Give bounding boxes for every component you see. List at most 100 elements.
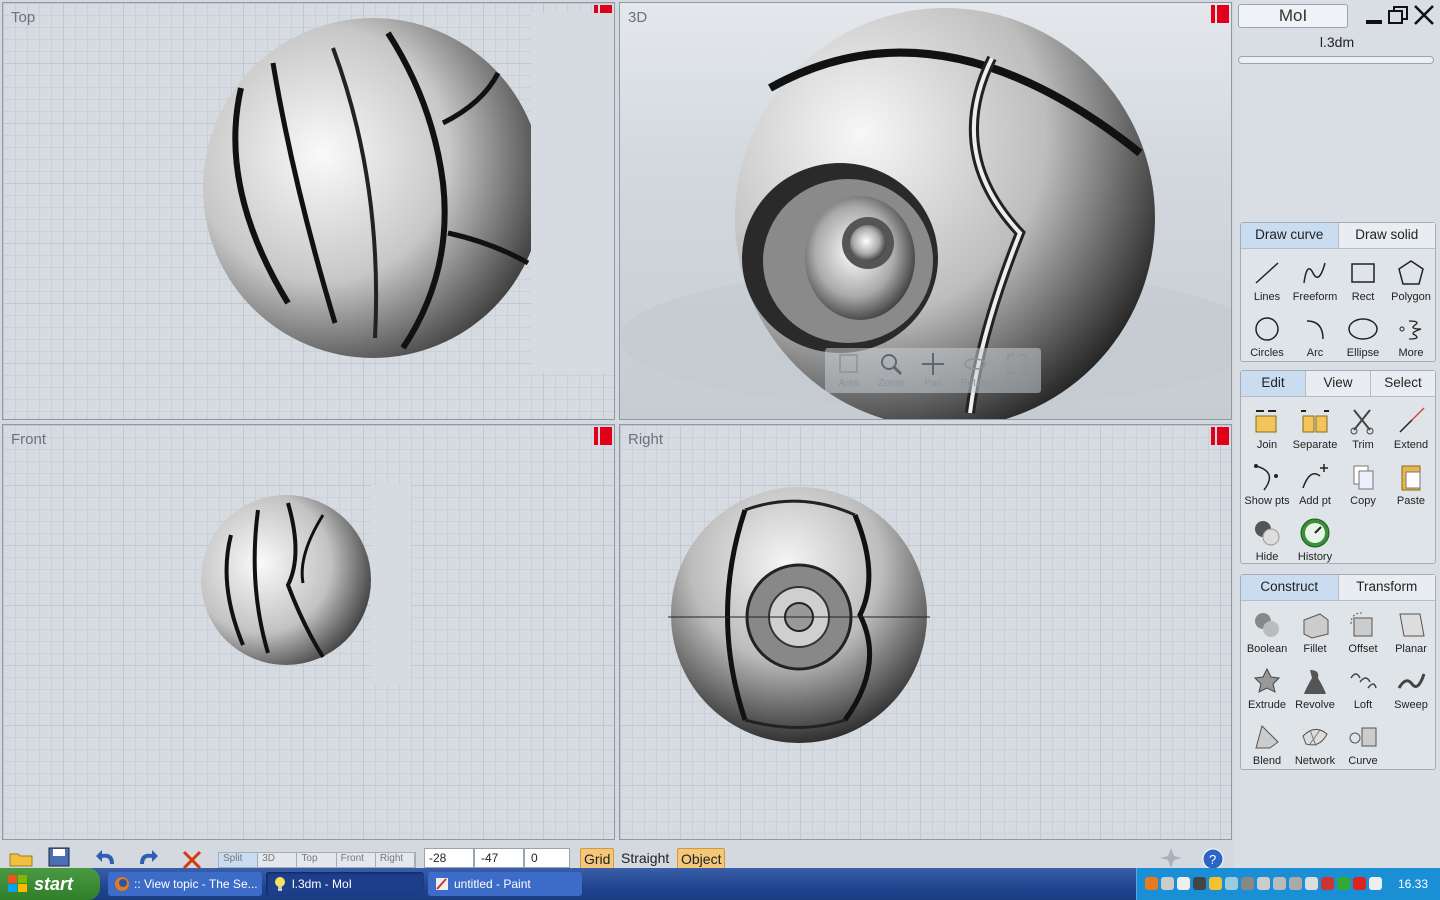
coord-y-field[interactable]: -47	[474, 848, 524, 868]
tray-steam-icon[interactable]	[1193, 877, 1206, 890]
tray-antivirus-icon[interactable]	[1321, 877, 1334, 890]
tab-draw-solid[interactable]: Draw solid	[1338, 223, 1435, 248]
taskbar: start :: View topic - The Se... l.3dm - …	[0, 868, 1440, 900]
reset-view-tool[interactable]: Reset	[999, 352, 1035, 389]
tool-label: Extrude	[1248, 699, 1286, 711]
planar-tool[interactable]: Planar	[1387, 605, 1435, 661]
viewport-front[interactable]: Front	[2, 424, 615, 840]
tray-app-icon[interactable]	[1241, 877, 1254, 890]
pan-tool[interactable]: Pan	[915, 352, 951, 389]
tray-monitor-icon[interactable]	[1225, 877, 1238, 890]
tray-app-icon[interactable]	[1289, 877, 1302, 890]
tab-3d[interactable]: 3D	[258, 853, 298, 867]
sweep-tool[interactable]: Sweep	[1387, 661, 1435, 717]
lines-tool[interactable]: Lines	[1243, 253, 1291, 309]
boolean-tool[interactable]: Boolean	[1243, 605, 1291, 661]
planar-icon	[1399, 613, 1425, 637]
restore-icon[interactable]	[1386, 4, 1410, 26]
tray-app-icon[interactable]	[1337, 877, 1350, 890]
boolean-icon	[1255, 613, 1279, 637]
curve-tool[interactable]: Curve	[1339, 717, 1387, 773]
tab-transform[interactable]: Transform	[1338, 575, 1435, 600]
zoom-tool[interactable]: Zoom	[873, 352, 909, 389]
start-label: start	[34, 874, 74, 894]
taskbar-item-label: l.3dm - MoI	[292, 877, 353, 891]
viewport-right[interactable]: Right	[619, 424, 1232, 840]
curve-from-object-icon	[1349, 727, 1377, 747]
tray-network-icon[interactable]	[1177, 877, 1190, 890]
fillet-tool[interactable]: Fillet	[1291, 605, 1339, 661]
ellipse-tool[interactable]: Ellipse	[1339, 309, 1387, 365]
straight-snap-toggle[interactable]: Straight	[618, 848, 672, 870]
tray-app-icon[interactable]	[1305, 877, 1318, 890]
circles-tool[interactable]: Circles	[1243, 309, 1291, 365]
paste-tool[interactable]: Paste	[1387, 457, 1435, 513]
rect-tool[interactable]: Rect	[1339, 253, 1387, 309]
taskbar-item-moi[interactable]: l.3dm - MoI	[266, 872, 424, 896]
loft-icon	[1350, 673, 1377, 689]
taskbar-item-paint[interactable]: untitled - Paint	[428, 872, 582, 896]
history-tool[interactable]: History	[1291, 513, 1339, 569]
grid-snap-toggle[interactable]: Grid	[580, 848, 615, 870]
network-tool[interactable]: Network	[1291, 717, 1339, 773]
freeform-tool[interactable]: Freeform	[1291, 253, 1339, 309]
zoom-area-tool[interactable]: Area	[831, 352, 867, 389]
rotate-tool[interactable]: Rotate	[957, 352, 993, 389]
join-tool[interactable]: Join	[1243, 401, 1291, 457]
tool-label: Rect	[1351, 291, 1375, 303]
tool-label: History	[1297, 551, 1333, 563]
file-name: l.3dm	[1319, 34, 1355, 50]
sweep-icon	[1397, 673, 1426, 689]
extend-tool[interactable]: Extend	[1387, 401, 1435, 457]
loft-tool[interactable]: Loft	[1339, 661, 1387, 717]
options-icon[interactable]	[1158, 846, 1184, 868]
tool-label: Curve	[1348, 755, 1378, 767]
tab-select[interactable]: Select	[1371, 371, 1435, 396]
tool-label: Separate	[1292, 439, 1338, 451]
arc-tool[interactable]: Arc	[1291, 309, 1339, 365]
tab-split[interactable]: Split	[219, 853, 259, 867]
tab-right[interactable]: Right	[376, 853, 415, 867]
add-pt-tool[interactable]: Add pt	[1291, 457, 1339, 513]
hide-tool[interactable]: Hide	[1243, 513, 1291, 569]
tray-flash-icon[interactable]	[1353, 877, 1366, 890]
tray-app-icon[interactable]	[1257, 877, 1270, 890]
help-icon[interactable]: ?	[1200, 846, 1226, 868]
trim-tool[interactable]: Trim	[1339, 401, 1387, 457]
tray-drive-icon[interactable]	[1161, 877, 1174, 890]
copy-tool[interactable]: Copy	[1339, 457, 1387, 513]
offset-tool[interactable]: Offset	[1339, 605, 1387, 661]
coord-z-field[interactable]: 0	[524, 848, 570, 868]
tab-construct[interactable]: Construct	[1241, 575, 1339, 600]
object-snap-toggle[interactable]: Object	[677, 848, 726, 870]
zoom-icon	[881, 354, 903, 376]
minimize-icon[interactable]	[1362, 4, 1386, 26]
viewport-3d[interactable]: 3D Area Zoom Pan Rotate Reset	[619, 2, 1232, 420]
save-icon[interactable]	[46, 846, 72, 868]
close-icon[interactable]	[1412, 4, 1436, 26]
show-pts-tool[interactable]: Show pts	[1243, 457, 1291, 513]
blend-tool[interactable]: Blend	[1243, 717, 1291, 773]
more-tool[interactable]: More	[1387, 309, 1435, 365]
tab-front[interactable]: Front	[337, 853, 376, 867]
tray-app-icon[interactable]	[1369, 877, 1382, 890]
tab-draw-curve[interactable]: Draw curve	[1241, 223, 1339, 248]
coord-x-field[interactable]: -28	[424, 848, 474, 868]
delete-icon[interactable]	[180, 846, 206, 868]
tray-firefox-icon[interactable]	[1145, 877, 1158, 890]
tray-app-icon[interactable]	[1273, 877, 1286, 890]
revolve-tool[interactable]: Revolve	[1291, 661, 1339, 717]
separate-tool[interactable]: Separate	[1291, 401, 1339, 457]
tab-view[interactable]: View	[1306, 371, 1371, 396]
start-button[interactable]: start	[0, 868, 100, 900]
polygon-tool[interactable]: Polygon	[1387, 253, 1435, 309]
tab-top[interactable]: Top	[297, 853, 337, 867]
extrude-tool[interactable]: Extrude	[1243, 661, 1291, 717]
open-folder-icon[interactable]	[8, 846, 34, 868]
tray-shield-icon[interactable]	[1209, 877, 1222, 890]
tab-edit[interactable]: Edit	[1241, 371, 1306, 396]
viewport-top[interactable]: Top	[2, 2, 615, 420]
undo-icon[interactable]	[94, 846, 120, 868]
redo-icon[interactable]	[134, 846, 160, 868]
taskbar-item-browser[interactable]: :: View topic - The Se...	[108, 872, 262, 896]
